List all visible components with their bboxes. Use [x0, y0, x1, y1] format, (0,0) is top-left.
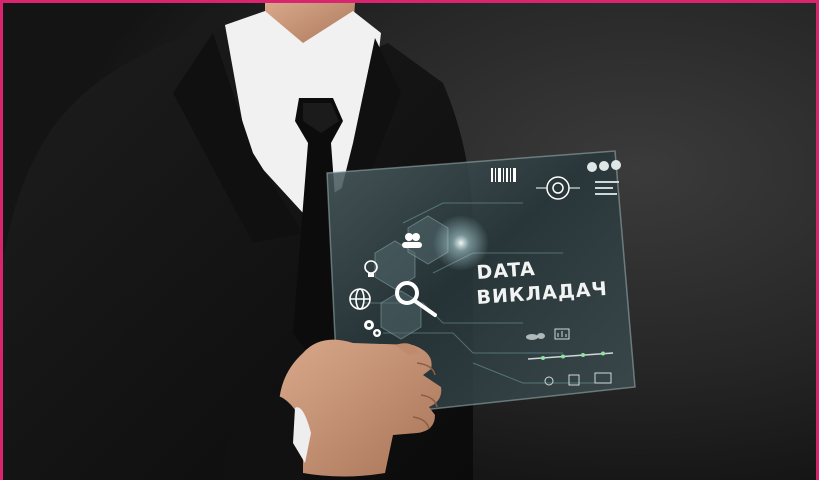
- tablet-title-line-1: DATA: [476, 258, 537, 284]
- photo-frame: DATA ВИКЛАДАЧ: [0, 0, 819, 480]
- photo-scene: DATA ВИКЛАДАЧ: [3, 3, 816, 480]
